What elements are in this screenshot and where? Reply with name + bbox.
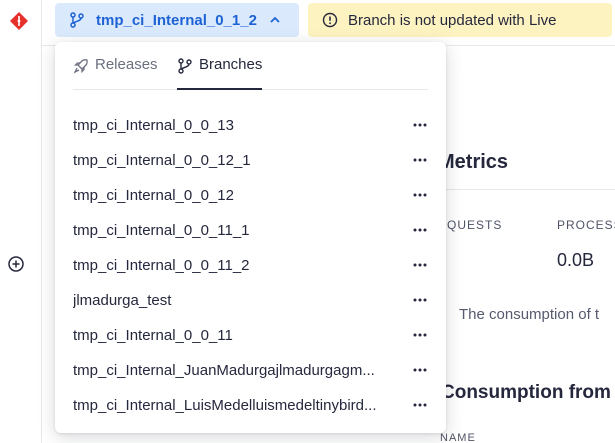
branch-list-item[interactable]: tmp_ci_Internal_0_0_12 xyxy=(55,178,446,213)
divider xyxy=(432,189,615,190)
branch-name: tmp_ci_Internal_LuisMedelluismedeltinybi… xyxy=(73,397,377,414)
tab-releases[interactable]: Releases xyxy=(73,56,158,90)
more-options-icon[interactable] xyxy=(412,259,428,271)
logo-icon[interactable] xyxy=(9,11,29,31)
branch-name: tmp_ci_Internal_JuanMadurgajlmadurgagm..… xyxy=(73,362,375,379)
more-options-icon[interactable] xyxy=(412,119,428,131)
branch-icon xyxy=(70,12,84,28)
branch-icon xyxy=(178,58,192,74)
branch-list-item[interactable]: tmp_ci_Internal_0_0_11_1 xyxy=(55,213,446,248)
requests-label: EQUESTS xyxy=(438,218,503,232)
top-bar: tmp_ci_Internal_0_1_2 Branch is not upda… xyxy=(42,0,615,46)
branch-name: tmp_ci_Internal_0_0_13 xyxy=(73,117,234,134)
branch-list-item[interactable]: tmp_ci_Internal_0_0_11_2 xyxy=(55,248,446,283)
branch-name: tmp_ci_Internal_0_0_11 xyxy=(73,327,233,344)
consumption-title: Consumption from xyxy=(441,382,611,403)
branch-name: jlmadurga_test xyxy=(73,292,172,309)
more-options-icon[interactable] xyxy=(412,154,428,166)
branch-list-item[interactable]: tmp_ci_Internal_JuanMadurgajlmadurgagm..… xyxy=(55,353,446,388)
more-options-icon[interactable] xyxy=(412,364,428,376)
add-circle-icon[interactable] xyxy=(6,254,26,274)
more-options-icon[interactable] xyxy=(412,189,428,201)
more-options-icon[interactable] xyxy=(412,224,428,236)
left-sidebar xyxy=(0,0,42,443)
branch-name: tmp_ci_Internal_0_0_12 xyxy=(73,187,234,204)
branch-list-item[interactable]: tmp_ci_Internal_LuisMedelluismedeltinybi… xyxy=(55,388,446,423)
branch-dropdown: Releases Branches tmp_ci_Internal_0_0_13… xyxy=(55,42,446,433)
branch-list-item[interactable]: jlmadurga_test xyxy=(55,283,446,318)
branch-list-item[interactable]: tmp_ci_Internal_0_0_13 xyxy=(55,108,446,143)
consumption-note: The consumption of t xyxy=(459,306,600,323)
more-options-icon[interactable] xyxy=(412,294,428,306)
branch-name: tmp_ci_Internal_0_0_11_2 xyxy=(73,257,250,274)
branch-warning-banner: Branch is not updated with Live xyxy=(308,3,612,37)
chevron-up-icon xyxy=(270,16,280,23)
tab-branches[interactable]: Branches xyxy=(177,56,263,90)
branch-list-item[interactable]: tmp_ci_Internal_0_0_11 xyxy=(55,318,446,353)
branch-selector-button[interactable]: tmp_ci_Internal_0_1_2 xyxy=(55,3,299,37)
branch-selector-label: tmp_ci_Internal_0_1_2 xyxy=(96,11,257,29)
metrics-title: Metrics xyxy=(438,151,509,173)
more-options-icon[interactable] xyxy=(412,399,428,411)
branch-list-item[interactable]: tmp_ci_Internal_0_0_12_1 xyxy=(55,143,446,178)
processed-value: 0.0B xyxy=(557,250,595,270)
more-options-icon[interactable] xyxy=(412,329,428,341)
app-window: tmp_ci_Internal_0_1_2 Branch is not upda… xyxy=(0,0,615,443)
dropdown-tabs: Releases Branches xyxy=(73,42,428,90)
branch-name: tmp_ci_Internal_0_0_11_1 xyxy=(73,222,250,239)
alert-circle-icon xyxy=(322,12,338,28)
branch-name: tmp_ci_Internal_0_0_12_1 xyxy=(73,152,251,169)
table-column-header-name: NAME xyxy=(440,432,476,443)
tab-branches-label: Branches xyxy=(199,56,263,73)
tab-releases-label: Releases xyxy=(95,56,158,73)
branch-warning-text: Branch is not updated with Live xyxy=(348,11,557,29)
branch-list: tmp_ci_Internal_0_0_13 tmp_ci_Internal_0… xyxy=(55,108,446,423)
processed-label: PROCESS xyxy=(557,218,615,232)
rocket-icon xyxy=(73,59,88,74)
